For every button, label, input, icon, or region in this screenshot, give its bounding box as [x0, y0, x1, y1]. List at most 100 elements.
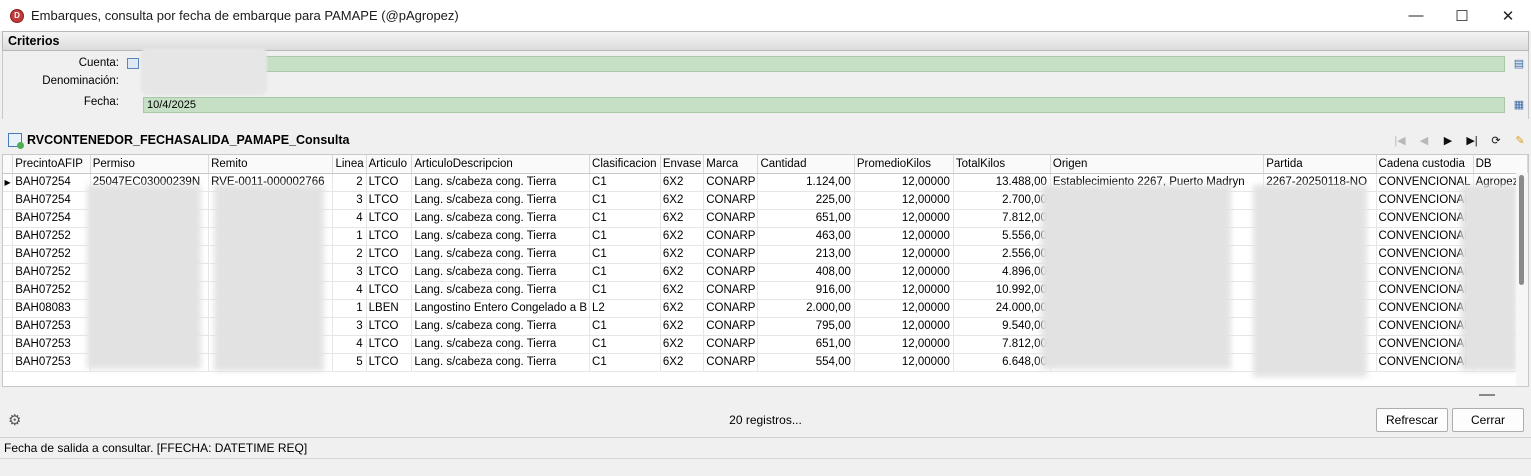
- table-cell[interactable]: CONARP: [703, 227, 759, 246]
- table-cell[interactable]: 651,00: [757, 209, 855, 228]
- table-cell[interactable]: BAH07253: [12, 353, 91, 372]
- first-record-icon[interactable]: |◀: [1391, 131, 1409, 149]
- table-cell[interactable]: 12,00000: [854, 245, 954, 264]
- table-cell[interactable]: CONVENCIONAL: [1376, 263, 1474, 282]
- column-header[interactable]: Permiso: [90, 155, 210, 174]
- table-cell[interactable]: 916,00: [757, 281, 855, 300]
- table-cell[interactable]: 4: [332, 209, 367, 228]
- table-cell[interactable]: BAH07252: [12, 245, 91, 264]
- table-cell[interactable]: Lang. s/cabeza cong. Tierra: [411, 317, 591, 336]
- table-cell[interactable]: BAH07254: [12, 191, 91, 210]
- table-cell[interactable]: CONVENCIONAL: [1376, 209, 1474, 228]
- table-cell[interactable]: 3: [332, 191, 367, 210]
- table-cell[interactable]: 225,00: [757, 191, 855, 210]
- table-cell[interactable]: Lang. s/cabeza cong. Tierra: [411, 173, 591, 192]
- cuenta-field[interactable]: [143, 56, 1505, 72]
- table-cell[interactable]: LTCO: [366, 353, 413, 372]
- column-header[interactable]: Articulo: [366, 155, 413, 174]
- refrescar-button[interactable]: Refrescar: [1376, 408, 1448, 432]
- table-cell[interactable]: LTCO: [366, 173, 413, 192]
- column-header[interactable]: DB: [1473, 155, 1528, 174]
- table-cell[interactable]: 6.648,00: [953, 353, 1051, 372]
- table-cell[interactable]: CONVENCIONAL: [1376, 317, 1474, 336]
- table-cell[interactable]: Lang. s/cabeza cong. Tierra: [411, 209, 591, 228]
- table-cell[interactable]: 7.812,00: [953, 209, 1051, 228]
- prev-record-icon[interactable]: ◀: [1415, 131, 1433, 149]
- column-header[interactable]: PromedioKilos: [854, 155, 954, 174]
- table-cell[interactable]: 6X2: [660, 317, 705, 336]
- table-cell[interactable]: 6X2: [660, 263, 705, 282]
- table-cell[interactable]: 1.124,00: [757, 173, 855, 192]
- column-header[interactable]: Remito: [208, 155, 334, 174]
- table-cell[interactable]: CONARP: [703, 353, 759, 372]
- table-cell[interactable]: 6X2: [660, 173, 705, 192]
- table-cell[interactable]: LTCO: [366, 263, 413, 282]
- column-header[interactable]: Envase: [660, 155, 705, 174]
- table-cell[interactable]: CONARP: [703, 173, 759, 192]
- table-cell[interactable]: BAH08083: [12, 299, 91, 318]
- table-cell[interactable]: 12,00000: [854, 263, 954, 282]
- table-cell[interactable]: CONVENCIONAL: [1376, 281, 1474, 300]
- table-cell[interactable]: CONARP: [703, 209, 759, 228]
- table-cell[interactable]: CONARP: [703, 317, 759, 336]
- table-cell[interactable]: C1: [589, 173, 661, 192]
- table-cell[interactable]: CONVENCIONAL: [1376, 227, 1474, 246]
- table-cell[interactable]: 2.556,00: [953, 245, 1051, 264]
- column-header[interactable]: ArticuloDescripcion: [411, 155, 591, 174]
- maximize-button[interactable]: ☐: [1439, 0, 1485, 31]
- table-cell[interactable]: 3: [332, 317, 367, 336]
- table-cell[interactable]: LTCO: [366, 209, 413, 228]
- column-header[interactable]: Clasificacion: [589, 155, 661, 174]
- table-cell[interactable]: Lang. s/cabeza cong. Tierra: [411, 263, 591, 282]
- table-cell[interactable]: LTCO: [366, 245, 413, 264]
- table-cell[interactable]: 7.812,00: [953, 335, 1051, 354]
- table-cell[interactable]: 1: [332, 227, 367, 246]
- table-cell[interactable]: 12,00000: [854, 209, 954, 228]
- table-cell[interactable]: C1: [589, 227, 661, 246]
- table-cell[interactable]: 12,00000: [854, 227, 954, 246]
- table-cell[interactable]: C1: [589, 353, 661, 372]
- table-cell[interactable]: 2: [332, 173, 367, 192]
- refresh-icon[interactable]: ⟳: [1487, 131, 1505, 149]
- table-cell[interactable]: LTCO: [366, 335, 413, 354]
- column-header[interactable]: Partida: [1263, 155, 1377, 174]
- close-button[interactable]: ✕: [1485, 0, 1531, 31]
- table-cell[interactable]: BAH07253: [12, 335, 91, 354]
- table-cell[interactable]: 463,00: [757, 227, 855, 246]
- table-cell[interactable]: CONARP: [703, 299, 759, 318]
- table-cell[interactable]: Lang. s/cabeza cong. Tierra: [411, 281, 591, 300]
- last-record-icon[interactable]: ▶|: [1463, 131, 1481, 149]
- column-header[interactable]: Origen: [1050, 155, 1265, 174]
- table-cell[interactable]: CONVENCIONAL: [1376, 245, 1474, 264]
- table-cell[interactable]: 651,00: [757, 335, 855, 354]
- table-cell[interactable]: 12,00000: [854, 317, 954, 336]
- table-cell[interactable]: Lang. s/cabeza cong. Tierra: [411, 335, 591, 354]
- edit-icon[interactable]: ✎: [1511, 131, 1529, 149]
- column-header[interactable]: PrecintoAFIP: [12, 155, 91, 174]
- table-cell[interactable]: CONARP: [703, 191, 759, 210]
- table-cell[interactable]: BAH07252: [12, 263, 91, 282]
- table-cell[interactable]: BAH07252: [12, 281, 91, 300]
- column-header[interactable]: Marca: [703, 155, 759, 174]
- cuenta-lookup-icon[interactable]: ▤: [1511, 56, 1527, 71]
- table-cell[interactable]: BAH07252: [12, 227, 91, 246]
- table-cell[interactable]: CONVENCIONAL: [1376, 353, 1474, 372]
- table-cell[interactable]: BAH07254: [12, 209, 91, 228]
- table-cell[interactable]: CONARP: [703, 245, 759, 264]
- table-cell[interactable]: 6X2: [660, 209, 705, 228]
- table-cell[interactable]: 13.488,00: [953, 173, 1051, 192]
- table-cell[interactable]: C1: [589, 335, 661, 354]
- table-cell[interactable]: 12,00000: [854, 353, 954, 372]
- column-header[interactable]: Cantidad: [757, 155, 855, 174]
- table-cell[interactable]: 24.000,00: [953, 299, 1051, 318]
- table-cell[interactable]: LTCO: [366, 191, 413, 210]
- minimize-button[interactable]: —: [1393, 0, 1439, 31]
- table-cell[interactable]: 554,00: [757, 353, 855, 372]
- table-cell[interactable]: 12,00000: [854, 191, 954, 210]
- table-cell[interactable]: 6X2: [660, 281, 705, 300]
- table-cell[interactable]: 2.700,00: [953, 191, 1051, 210]
- column-header[interactable]: Cadena custodia: [1376, 155, 1474, 174]
- table-cell[interactable]: 213,00: [757, 245, 855, 264]
- table-cell[interactable]: CONVENCIONAL: [1376, 173, 1474, 192]
- table-cell[interactable]: 3: [332, 263, 367, 282]
